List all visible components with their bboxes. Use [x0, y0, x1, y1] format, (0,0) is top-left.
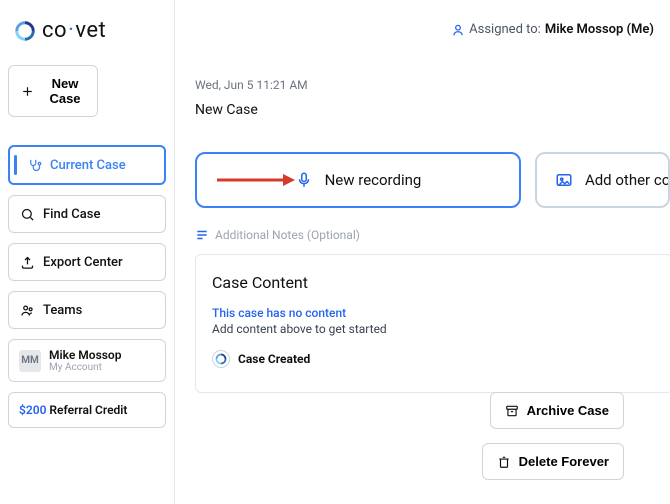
stethoscope-icon	[26, 157, 42, 173]
sidebar-user[interactable]: MM Mike Mossop My Account	[8, 339, 166, 382]
sidebar-item-current-case[interactable]: Current Case	[8, 145, 166, 185]
new-case-label: New Case	[43, 76, 87, 106]
notes-icon	[195, 228, 209, 242]
new-recording-button[interactable]: New recording	[195, 152, 521, 208]
image-icon	[555, 171, 573, 189]
sidebar-item-label: Find Case	[43, 207, 100, 222]
case-created-row: Case Created	[212, 350, 656, 368]
user-name: Mike Mossop	[49, 348, 121, 362]
callout-arrow-icon	[215, 172, 295, 188]
archive-icon	[505, 404, 519, 418]
archive-label: Archive Case	[527, 403, 609, 418]
team-icon	[19, 302, 35, 318]
logo-text: co·vet	[42, 18, 106, 43]
user-subtitle: My Account	[49, 362, 121, 373]
sidebar-item-label: Export Center	[43, 255, 123, 270]
referral-credit-button[interactable]: $200 Referral Credit	[8, 392, 166, 428]
new-case-button[interactable]: New Case	[8, 65, 98, 117]
logo: co·vet	[8, 12, 166, 55]
add-other-label: Add other content	[585, 171, 670, 189]
delete-forever-button[interactable]: Delete Forever	[482, 443, 624, 480]
main-content: Assigned to: Mike Mossop (Me) Wed, Jun 5…	[175, 0, 670, 504]
add-other-content-button[interactable]: Add other content	[535, 152, 670, 208]
sidebar-item-find-case[interactable]: Find Case	[8, 195, 166, 233]
archive-case-button[interactable]: Archive Case	[490, 392, 624, 429]
sidebar-item-export-center[interactable]: Export Center	[8, 243, 166, 281]
person-icon	[451, 23, 465, 37]
assigned-to[interactable]: Assigned to: Mike Mossop (Me)	[451, 22, 654, 37]
upload-icon	[19, 254, 35, 270]
case-created-label: Case Created	[238, 352, 310, 366]
avatar: MM	[19, 350, 41, 372]
sidebar-item-teams[interactable]: Teams	[8, 291, 166, 329]
case-title: New Case	[195, 102, 670, 118]
notes-label: Additional Notes (Optional)	[215, 228, 360, 242]
logo-small-icon	[212, 350, 230, 368]
referral-label: Referral Credit	[49, 403, 127, 417]
trash-icon	[497, 455, 511, 469]
delete-label: Delete Forever	[519, 454, 609, 469]
referral-amount: $200	[19, 403, 46, 417]
new-recording-label: New recording	[325, 171, 422, 189]
logo-icon	[14, 20, 36, 42]
plus-icon	[19, 83, 35, 99]
microphone-icon	[295, 171, 313, 189]
panel-title: Case Content	[212, 273, 656, 292]
no-content-message: This case has no content	[212, 306, 656, 320]
sidebar-item-label: Teams	[43, 303, 82, 318]
case-content-panel: Case Content This case has no content Ad…	[195, 254, 670, 393]
assigned-value: Mike Mossop (Me)	[545, 22, 654, 37]
assigned-label: Assigned to:	[469, 22, 541, 37]
additional-notes-button[interactable]: Additional Notes (Optional)	[195, 228, 670, 242]
case-timestamp: Wed, Jun 5 11:21 AM	[195, 78, 670, 92]
sidebar: co·vet New Case Current Case Find Case E…	[0, 0, 175, 504]
content-hint: Add content above to get started	[212, 322, 656, 336]
sidebar-item-label: Current Case	[50, 158, 126, 173]
search-icon	[19, 206, 35, 222]
